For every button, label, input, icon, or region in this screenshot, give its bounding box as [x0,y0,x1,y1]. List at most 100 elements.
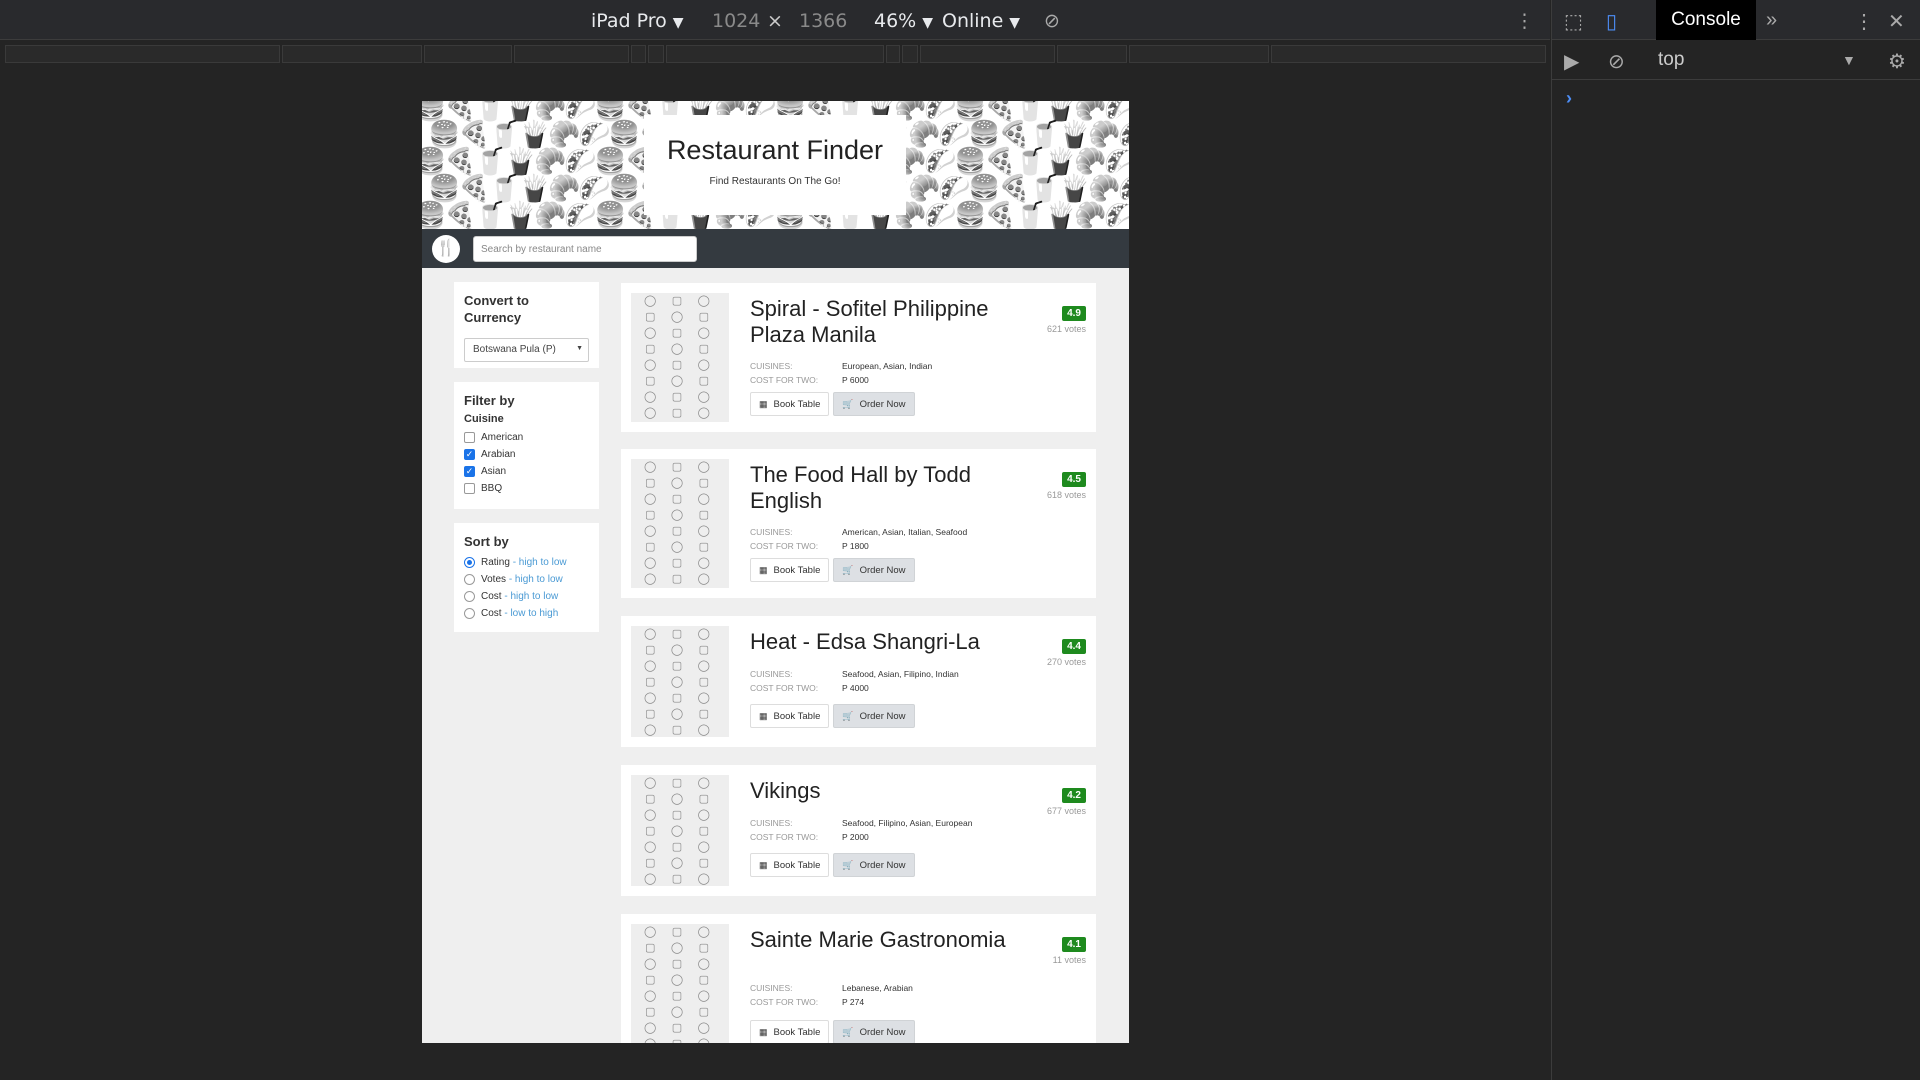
inspect-element-icon[interactable]: ⬚ [1564,9,1583,34]
filter-option-bbq[interactable]: BBQ [464,480,589,497]
media-query-segment[interactable] [1271,45,1546,63]
restaurant-card: ◯ ▢ ◯▢ ◯ ▢◯ ▢ ◯▢ ◯ ▢◯ ▢ ◯▢ ◯ ▢◯ ▢ ◯◯ ▢ ◯… [621,914,1096,1043]
checkbox-icon[interactable] [464,483,475,494]
food-doodle-icon: 🍔 [428,120,461,150]
zoom-select[interactable]: 46% ▼ [874,10,933,32]
media-query-segment[interactable] [631,45,646,63]
sort-option[interactable]: Cost - low to high [464,605,589,622]
radio-icon[interactable] [464,608,475,619]
book-table-label: Book Table [773,711,821,722]
media-query-segment[interactable] [886,45,900,63]
pattern-row: ◯ ▢ ◯ [643,1021,716,1034]
media-query-segment[interactable] [648,45,664,63]
more-tabs-icon[interactable]: » [1766,9,1777,32]
filter-option-arabian[interactable]: ✓ Arabian [464,446,589,463]
page-subtitle: Find Restaurants On The Go! [709,176,841,187]
restaurant-thumbnail[interactable]: ◯ ▢ ◯ ▢ ◯ ▢ ◯ ▢ ◯ ▢ ◯ ▢ ◯ ▢ ◯ ▢ ◯ ▢ ◯ ▢ ◯ ◯ ▢ ◯… [631,459,729,588]
food-doodle-icon: 🍔 [422,101,447,123]
media-query-segment[interactable] [514,45,629,63]
food-doodle-icon: 🥤 [1014,147,1047,177]
sort-option[interactable]: Rating - high to low [464,554,589,571]
radio-selected-icon[interactable] [464,557,475,568]
restaurant-name[interactable]: Heat - Edsa Shangri-La [750,629,1010,655]
rotate-icon[interactable]: ⊘ [1044,10,1060,32]
checkbox-checked-icon[interactable]: ✓ [464,449,475,460]
search-input[interactable] [473,236,697,262]
checkbox-icon[interactable] [464,432,475,443]
restaurant-thumbnail[interactable]: ◯ ▢ ◯ ▢ ◯ ▢ ◯ ▢ ◯ ▢ ◯ ▢ ◯ ▢ ◯ ▢ ◯ ▢ ◯ ▢ ◯ [631,775,729,886]
food-doodle-icon: 🍕 [984,101,1017,123]
restaurant-card: ◯ ▢ ◯ ▢ ◯ ▢ ◯ ▢ ◯ ▢ ◯ ▢ ◯ ▢ ◯ ▢ ◯ ▢ ◯ ▢ ◯ Heat … [621,616,1096,747]
restaurant-thumbnail[interactable]: ◯ ▢ ◯ ▢ ◯ ▢ ◯ ▢ ◯ ▢ ◯ ▢ ◯ ▢ ◯ ▢ ◯ ▢ ◯ ▢ ◯ ◯ ▢ ◯ [631,924,729,1043]
pattern-row: ▢ ◯ ▢ [644,342,716,355]
radio-icon[interactable] [464,574,475,585]
order-now-button[interactable]: 🛒 Order Now [833,1020,915,1043]
filter-option-american[interactable]: American [464,429,589,446]
device-label: iPad Pro [591,10,667,32]
food-doodle-icon: 🍟 [518,120,551,150]
order-now-button[interactable]: 🛒 Order Now [833,392,915,416]
more-options-icon[interactable]: ⋮ [1515,10,1534,32]
restaurant-card: ◯ ▢ ◯▢ ◯ ▢◯ ▢ ◯▢ ◯ ▢◯ ▢ ◯▢ ◯ ▢◯ ▢ ◯◯ ▢ ◯… [621,283,1096,432]
media-query-segment[interactable] [902,45,918,63]
pattern-row: ◯ ▢ ◯ [643,627,716,640]
sort-option[interactable]: Cost - high to low [464,588,589,605]
height-input[interactable]: 1366 [799,10,847,32]
media-query-segment[interactable] [920,45,1055,63]
restaurant-name[interactable]: Sainte Marie Gastronomia [750,927,1010,953]
console-prompt-icon[interactable]: › [1566,88,1572,109]
currency-selected: Botswana Pula (P) [473,344,556,355]
book-table-button[interactable]: ▦ Book Table [750,1020,830,1043]
network-select[interactable]: Online ▼ [942,10,1020,32]
card-actions: ▦ Book Table 🛒 Order Now [750,392,919,416]
restaurant-name[interactable]: Spiral - Sofitel Philippine Plaza Manila [750,296,1010,348]
order-now-button[interactable]: 🛒 Order Now [833,853,915,877]
filter-option-label: Asian [481,466,507,477]
book-table-button[interactable]: ▦ Book Table [750,558,830,582]
book-table-button[interactable]: ▦ Book Table [750,392,830,416]
width-input[interactable]: 1024 [712,10,760,32]
media-query-segment[interactable] [1129,45,1269,63]
kebab-menu-icon[interactable]: ⋮ [1854,9,1874,34]
food-doodle-icon: 🍟 [504,201,537,229]
pattern-row: ◯ ▢ ◯ [643,957,716,970]
restaurant-meta: CUISINES: Seafood, Asian, Filipino, India… [750,667,959,695]
order-now-button[interactable]: 🛒 Order Now [833,558,915,582]
radio-icon[interactable] [464,591,475,602]
restaurant-name[interactable]: The Food Hall by Todd English [750,462,1010,514]
gear-icon[interactable]: ⚙ [1888,49,1906,74]
pattern-row: ▢ ◯ ▢ [631,421,729,422]
media-query-segment[interactable] [5,45,280,63]
pattern-row: ▢ ◯ ▢ [644,508,716,521]
checkbox-checked-icon[interactable]: ✓ [464,466,475,477]
food-doodle-icon: 🍟 [1044,201,1077,229]
restaurant-thumbnail[interactable]: ◯ ▢ ◯ ▢ ◯ ▢ ◯ ▢ ◯ ▢ ◯ ▢ ◯ ▢ ◯ ▢ ◯ ▢ ◯ ▢ ◯ [631,626,729,737]
currency-select[interactable]: Botswana Pula (P) ▼ [464,338,589,362]
cost-label: COST FOR TWO: [750,375,819,385]
book-table-label: Book Table [773,860,821,871]
cutlery-logo-icon[interactable]: 🍴 [432,235,460,263]
book-table-button[interactable]: ▦ Book Table [750,704,830,728]
pattern-row: ◯ ▢ ◯ [643,872,716,885]
media-query-segment[interactable] [282,45,422,63]
book-table-button[interactable]: ▦ Book Table [750,853,830,877]
filter-option-asian[interactable]: ✓ Asian [464,463,589,480]
media-query-segment[interactable] [1057,45,1127,63]
chevron-down-icon[interactable]: ▼ [1842,52,1856,68]
device-toggle-icon[interactable]: ▯ [1606,9,1617,34]
food-doodle-icon: 🥐 [1088,174,1121,204]
order-now-button[interactable]: 🛒 Order Now [833,704,915,728]
close-icon[interactable]: ✕ [1888,9,1905,34]
restaurant-name[interactable]: Vikings [750,778,1010,804]
context-select[interactable]: top [1658,49,1684,71]
media-query-segment[interactable] [666,45,884,63]
food-doodle-icon: 🥐 [908,174,941,204]
pattern-row: ◯ ▢ ◯ [643,776,716,789]
restaurant-thumbnail[interactable]: ◯ ▢ ◯ ▢ ◯ ▢ ◯ ▢ ◯ ▢ ◯ ▢ ◯ ▢ ◯ ▢ ◯ ▢ ◯ ▢ ◯ ◯ ▢ ◯… [631,293,729,422]
tab-console[interactable]: Console [1656,0,1756,40]
clear-console-icon[interactable]: ⊘ [1608,49,1625,74]
device-select[interactable]: iPad Pro ▼ [591,10,684,32]
sidebar-toggle-icon[interactable]: ▶ [1564,49,1579,74]
media-query-segment[interactable] [424,45,512,63]
sort-option[interactable]: Votes - high to low [464,571,589,588]
